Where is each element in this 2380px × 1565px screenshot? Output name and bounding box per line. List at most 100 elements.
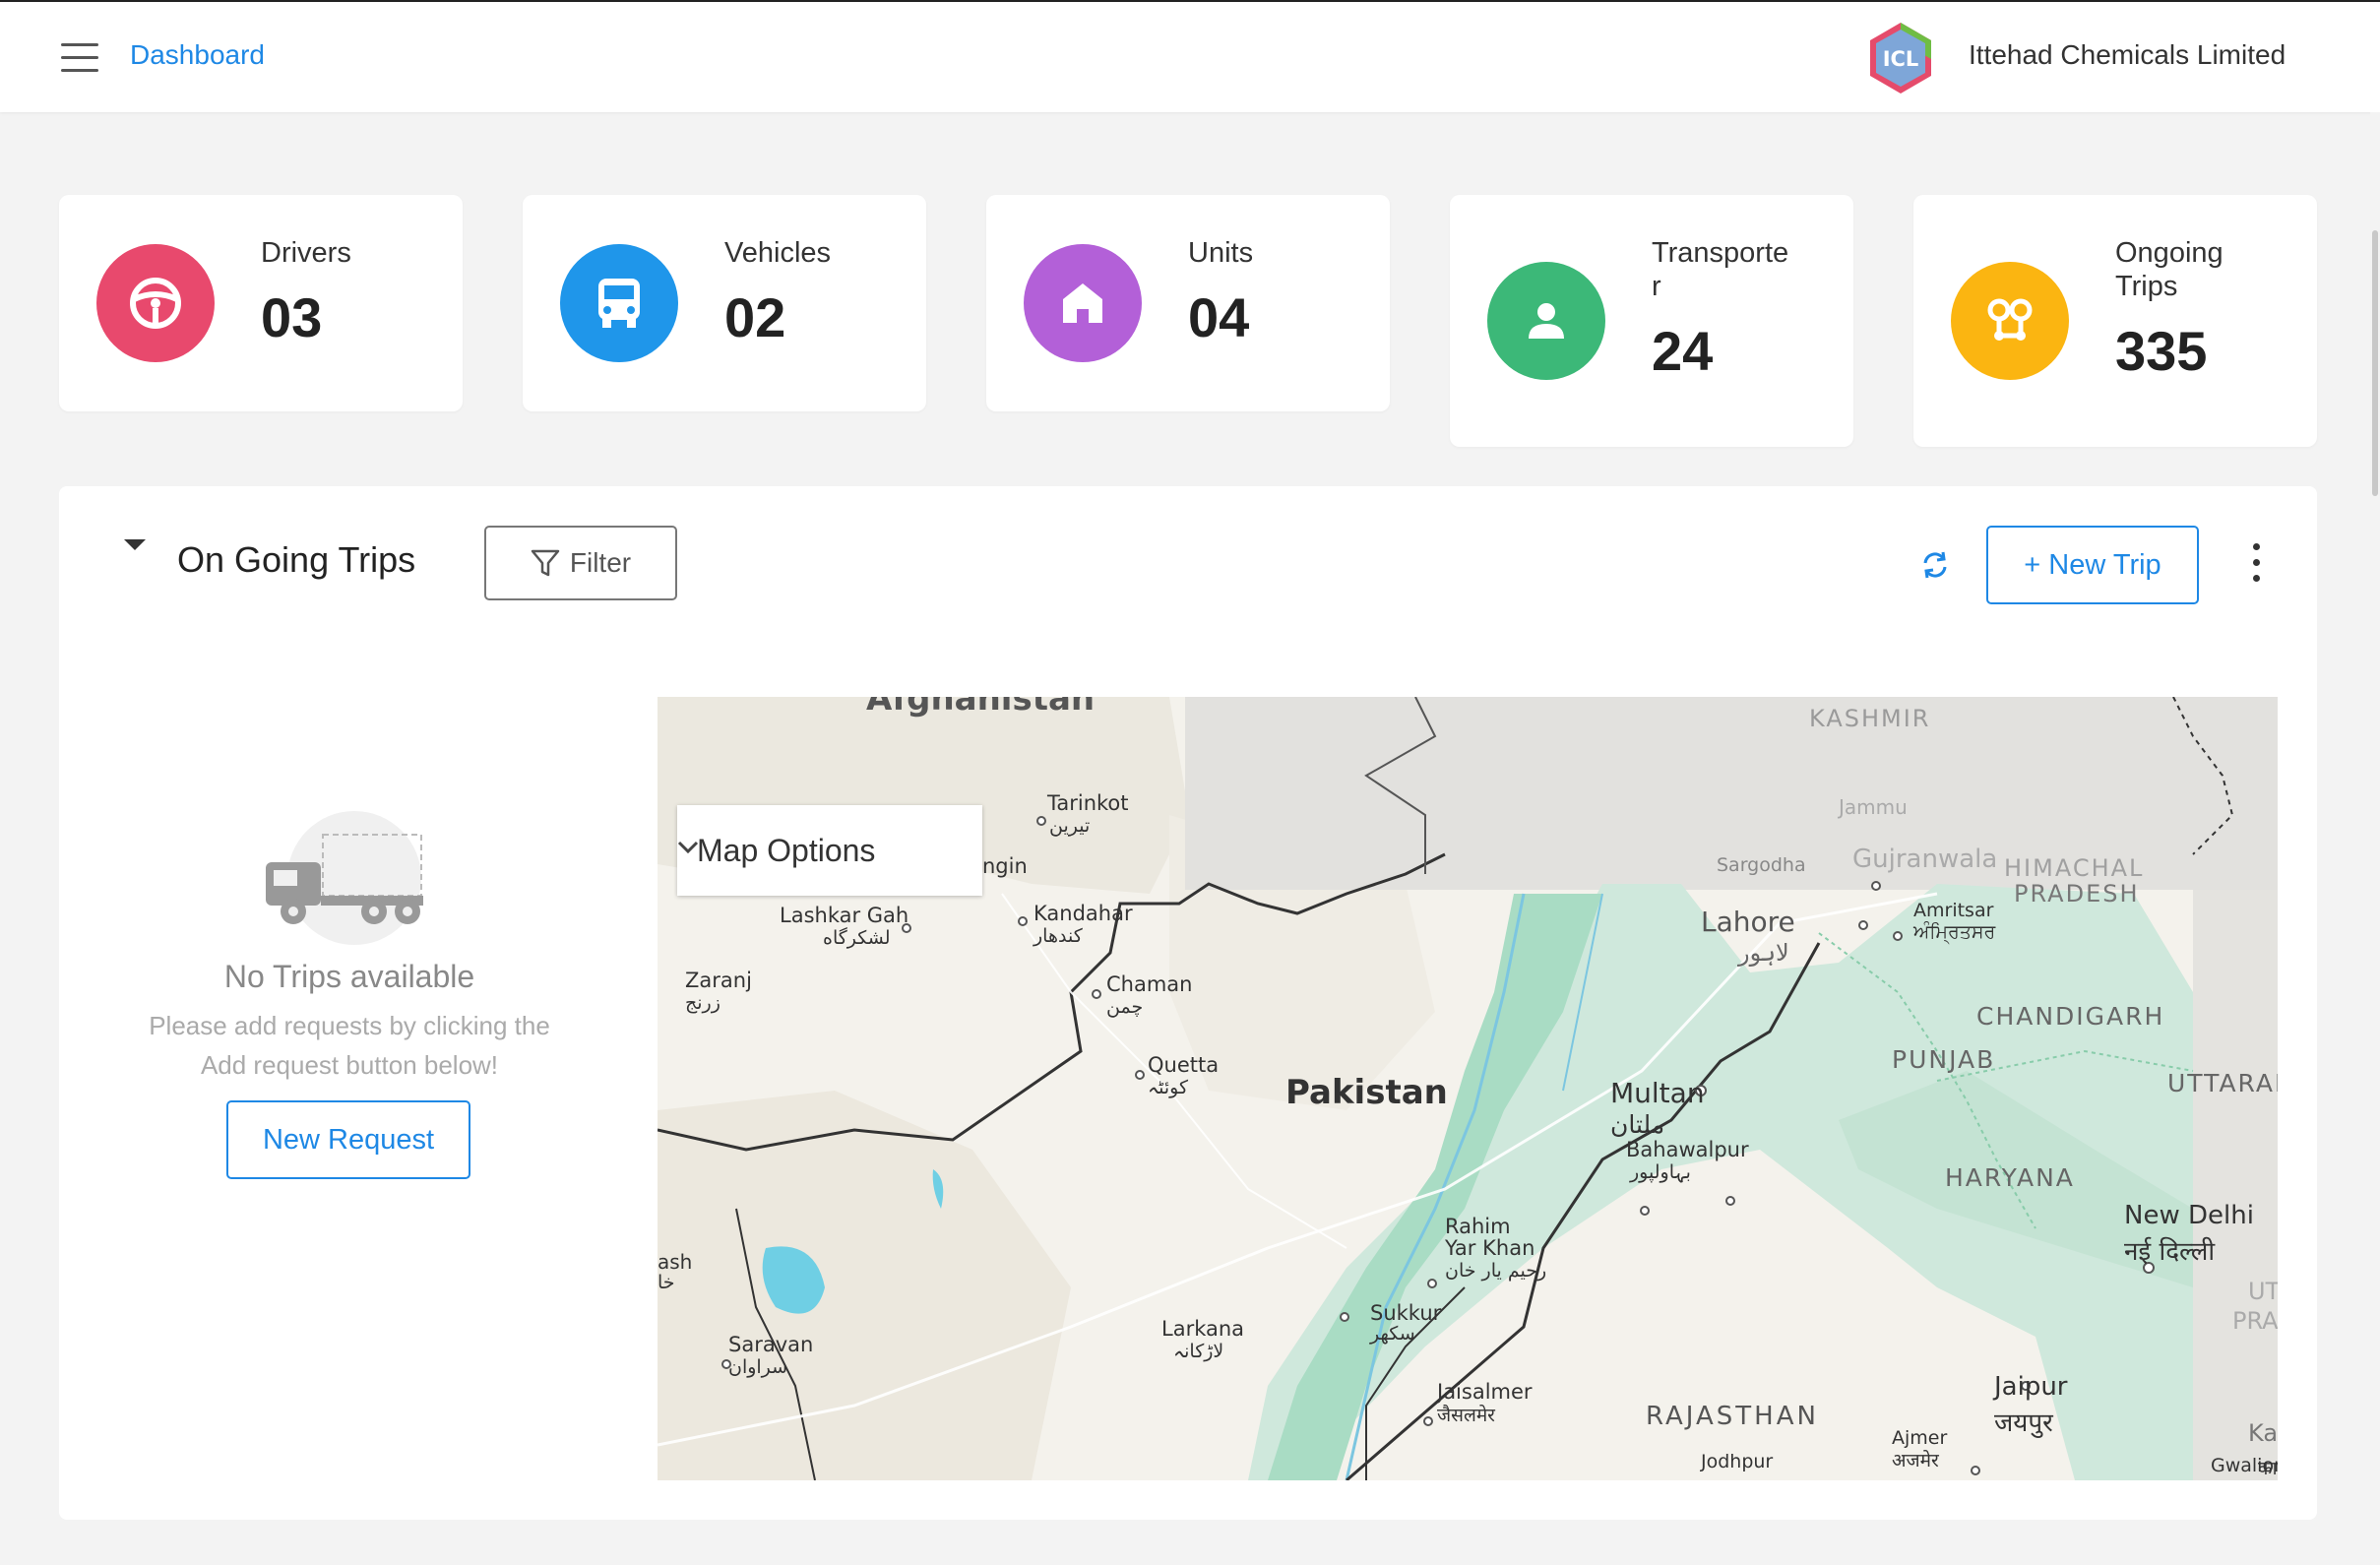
breadcrumb-dashboard[interactable]: Dashboard <box>130 39 265 71</box>
map-label: का <box>2258 1458 2278 1479</box>
more-options-icon[interactable] <box>2246 543 2266 587</box>
company-logo: ICL <box>1862 20 1939 96</box>
stat-value: 24 <box>1652 320 1714 382</box>
map-label: ملتان <box>1610 1110 1665 1139</box>
map-label: چمن <box>1106 996 1144 1018</box>
map-label: کندهار <box>1033 925 1083 947</box>
map-label: Zaranj <box>685 969 752 992</box>
map-label: Lashkar Gah <box>780 904 909 927</box>
stat-card-vehicles[interactable]: Vehicles 02 <box>523 195 926 411</box>
map-label: لاڑکانہ <box>1173 1341 1224 1362</box>
filter-button[interactable]: Filter <box>484 526 677 600</box>
map-label: UTTARAKHA <box>2167 1069 2278 1097</box>
map-label: Jammu <box>1839 795 1908 819</box>
map-options-dropdown[interactable]: Map Options <box>677 805 982 896</box>
map-label: Sargodha <box>1717 854 1806 876</box>
map-label: Chaman <box>1106 972 1193 996</box>
map-label: Sukkur <box>1370 1301 1442 1325</box>
map-label: کوئٹہ <box>1148 1077 1189 1098</box>
stat-label: Ongoing Trips <box>2115 237 2223 302</box>
map-label: Afghanistan <box>866 697 1096 719</box>
stat-card-transporter[interactable]: Transporte r 24 <box>1450 195 1853 447</box>
page-scrollbar[interactable] <box>2370 112 2380 1565</box>
bus-icon <box>560 244 678 362</box>
refresh-icon[interactable] <box>1919 549 1951 581</box>
map-label: Saravan <box>728 1333 814 1356</box>
map-label: سراوان <box>728 1356 788 1378</box>
new-request-button[interactable]: New Request <box>226 1100 470 1179</box>
stat-card-ongoing-trips[interactable]: Ongoing Trips 335 <box>1913 195 2317 447</box>
map-label: Tarinkot <box>1047 791 1129 815</box>
map-label: UT <box>2248 1278 2278 1305</box>
map-label: Gujranwala <box>1852 845 1998 874</box>
map-label: Yar Khan <box>1445 1236 1535 1260</box>
map-label: ash <box>658 1250 693 1274</box>
map-label: سکھر <box>1370 1323 1415 1345</box>
stat-value: 03 <box>261 286 323 348</box>
map-label: Larkana <box>1161 1317 1245 1341</box>
map-label: رحیم یار خان <box>1445 1260 1547 1282</box>
map-label: Quetta <box>1148 1053 1220 1077</box>
map-label-country: Pakistan <box>1285 1073 1448 1112</box>
map-label: जयपुर <box>1994 1408 2053 1438</box>
top-bar: Dashboard ICL Ittehad Chemicals Limited <box>0 0 2380 112</box>
map-label: HARYANA <box>1945 1163 2075 1192</box>
map-label: Ajmer <box>1892 1427 1948 1449</box>
map-label: Rahim <box>1445 1215 1511 1238</box>
map-label: अजमेर <box>1892 1450 1939 1471</box>
map-label: PUNJAB <box>1892 1045 1996 1074</box>
map-label: Jaisalmer <box>1437 1380 1533 1404</box>
company-name: Ittehad Chemicals Limited <box>1969 39 2286 70</box>
stat-card-units[interactable]: Units 04 <box>986 195 1390 411</box>
map-label: لشکرگاه <box>823 927 891 949</box>
map-label: जैसलमेर <box>1437 1405 1495 1426</box>
scrollbar-thumb[interactable] <box>2372 230 2378 496</box>
stat-label: Transporte r <box>1652 237 1789 302</box>
stat-label: Units <box>1188 237 1254 269</box>
map-label: ngin <box>982 854 1028 878</box>
new-trip-button[interactable]: + New Trip <box>1986 526 2199 604</box>
stat-label: Drivers <box>261 237 351 269</box>
svg-text:ICL: ICL <box>1883 47 1919 71</box>
map-label: Multan <box>1610 1077 1705 1109</box>
stat-value: 02 <box>724 286 786 348</box>
map-label: KASHMIR <box>1809 705 1931 732</box>
map-label: नई दिल्ली <box>2124 1237 2216 1267</box>
map-label: Amritsar <box>1913 900 1994 921</box>
map-label: لاہور <box>1738 939 1789 967</box>
filter-icon <box>531 549 560 577</box>
map-label: Lahore <box>1701 906 1795 938</box>
map-options-label: Map Options <box>697 832 876 868</box>
map-label: PRA <box>2232 1307 2278 1335</box>
menu-icon[interactable] <box>61 43 98 73</box>
empty-state-title: No Trips available <box>223 959 475 994</box>
map-label: Kar <box>2248 1419 2278 1447</box>
map-label: Jaipur <box>1994 1372 2068 1402</box>
map-label: Jodhpur <box>1701 1451 1774 1472</box>
map-label: HIMACHAL <box>2004 854 2145 882</box>
home-icon <box>1024 244 1142 362</box>
stat-label: Vehicles <box>724 237 832 269</box>
map-label: خا <box>658 1272 675 1293</box>
map-label: CHANDIGARH <box>1976 1002 2165 1031</box>
collapse-caret-icon[interactable] <box>124 539 146 550</box>
map-label: New Delhi <box>2124 1201 2254 1230</box>
filter-label: Filter <box>569 547 632 578</box>
person-icon <box>1487 262 1605 380</box>
panel-title: On Going Trips <box>177 539 416 580</box>
steering-wheel-icon <box>96 244 215 362</box>
map-label: Kandahar <box>1033 902 1133 925</box>
stat-value: 335 <box>2115 320 2208 382</box>
map-label: RAJASTHAN <box>1646 1402 1819 1431</box>
chevron-down-icon <box>677 841 699 854</box>
map-label: تیرین <box>1049 815 1091 837</box>
map-label: زرنج <box>685 992 720 1014</box>
map-view[interactable]: Afghanistan KASHMIR Jammu Tarinkot تیرین… <box>658 697 2278 1480</box>
map-label: Bahawalpur <box>1626 1138 1749 1161</box>
ongoing-trips-panel: On Going Trips Filter + New Trip No Trip… <box>59 486 2317 1520</box>
truck-icon <box>264 811 490 959</box>
map-label: بہاولپور <box>1630 1161 1691 1183</box>
stat-card-drivers[interactable]: Drivers 03 <box>59 195 463 411</box>
empty-state-text: Please add requests by clicking the Add … <box>149 1011 550 1080</box>
stat-value: 04 <box>1188 286 1250 348</box>
